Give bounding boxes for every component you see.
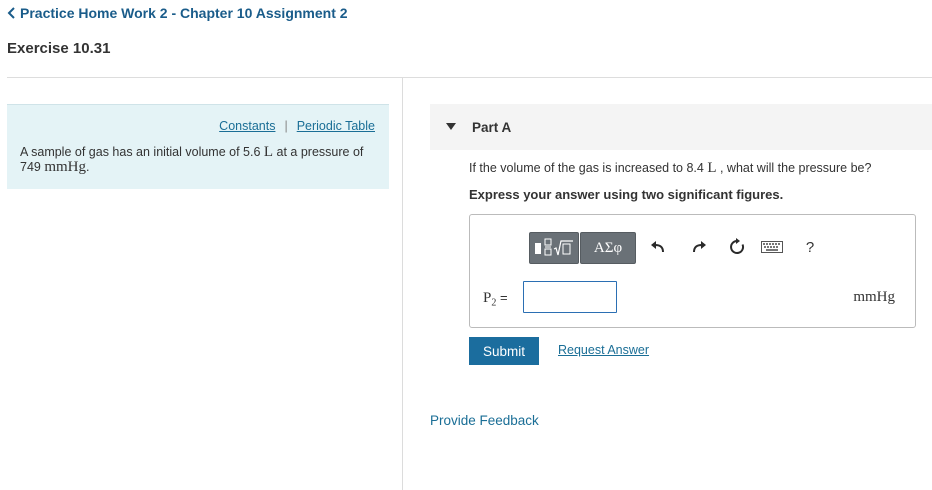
constants-link[interactable]: Constants [219, 119, 275, 133]
question-text-2: , what will the pressure be? [716, 161, 872, 175]
problem-unit-liters: L [263, 144, 274, 160]
help-icon[interactable]: ? [800, 237, 820, 257]
question-text: If the volume of the gas is increased to… [469, 160, 871, 177]
submit-button[interactable]: Submit [469, 337, 539, 365]
request-answer-link[interactable]: Request Answer [558, 343, 649, 357]
periodic-table-link[interactable]: Periodic Table [297, 119, 375, 133]
variable-label: P2 = [483, 290, 508, 309]
keyboard-icon[interactable] [761, 237, 783, 257]
variable-subscript: 2 [491, 297, 497, 309]
link-separator: | [284, 119, 288, 133]
problem-text-1: A sample of gas has an initial volume of… [20, 145, 264, 159]
equals-sign: = [499, 290, 508, 305]
collapse-triangle-icon[interactable] [446, 123, 456, 130]
instruction-text: Express your answer using two significan… [469, 187, 784, 202]
question-text-1: If the volume of the gas is increased to… [469, 161, 708, 175]
templates-icon [535, 238, 573, 256]
templates-button[interactable] [529, 232, 579, 264]
answer-input[interactable] [523, 281, 617, 313]
greek-symbols-button[interactable]: ΑΣφ [580, 232, 636, 264]
unit-label: mmHg [853, 289, 895, 305]
problem-text-3: . [86, 160, 90, 174]
chevron-left-icon [7, 7, 15, 19]
question-unit: L [707, 160, 717, 176]
back-link-label: Practice Home Work 2 - Chapter 10 Assign… [20, 5, 348, 21]
part-a-label: Part A [472, 120, 512, 135]
back-link[interactable]: Practice Home Work 2 - Chapter 10 Assign… [7, 5, 348, 21]
undo-icon[interactable] [648, 237, 668, 257]
divider [7, 77, 932, 78]
part-a-header[interactable]: Part A [430, 104, 932, 150]
problem-statement: A sample of gas has an initial volume of… [20, 145, 376, 175]
problem-info-panel: Constants | Periodic Table A sample of g… [7, 104, 389, 189]
answer-area: ΑΣφ ? P2 = mmHg [469, 214, 916, 328]
provide-feedback-link[interactable]: Provide Feedback [430, 413, 539, 428]
problem-unit-mmhg: mmHg [44, 159, 87, 175]
column-divider [402, 78, 403, 490]
redo-icon[interactable] [689, 237, 709, 257]
page-title: Exercise 10.31 [7, 40, 111, 57]
info-links: Constants | Periodic Table [219, 119, 375, 133]
reset-icon[interactable] [727, 237, 747, 257]
